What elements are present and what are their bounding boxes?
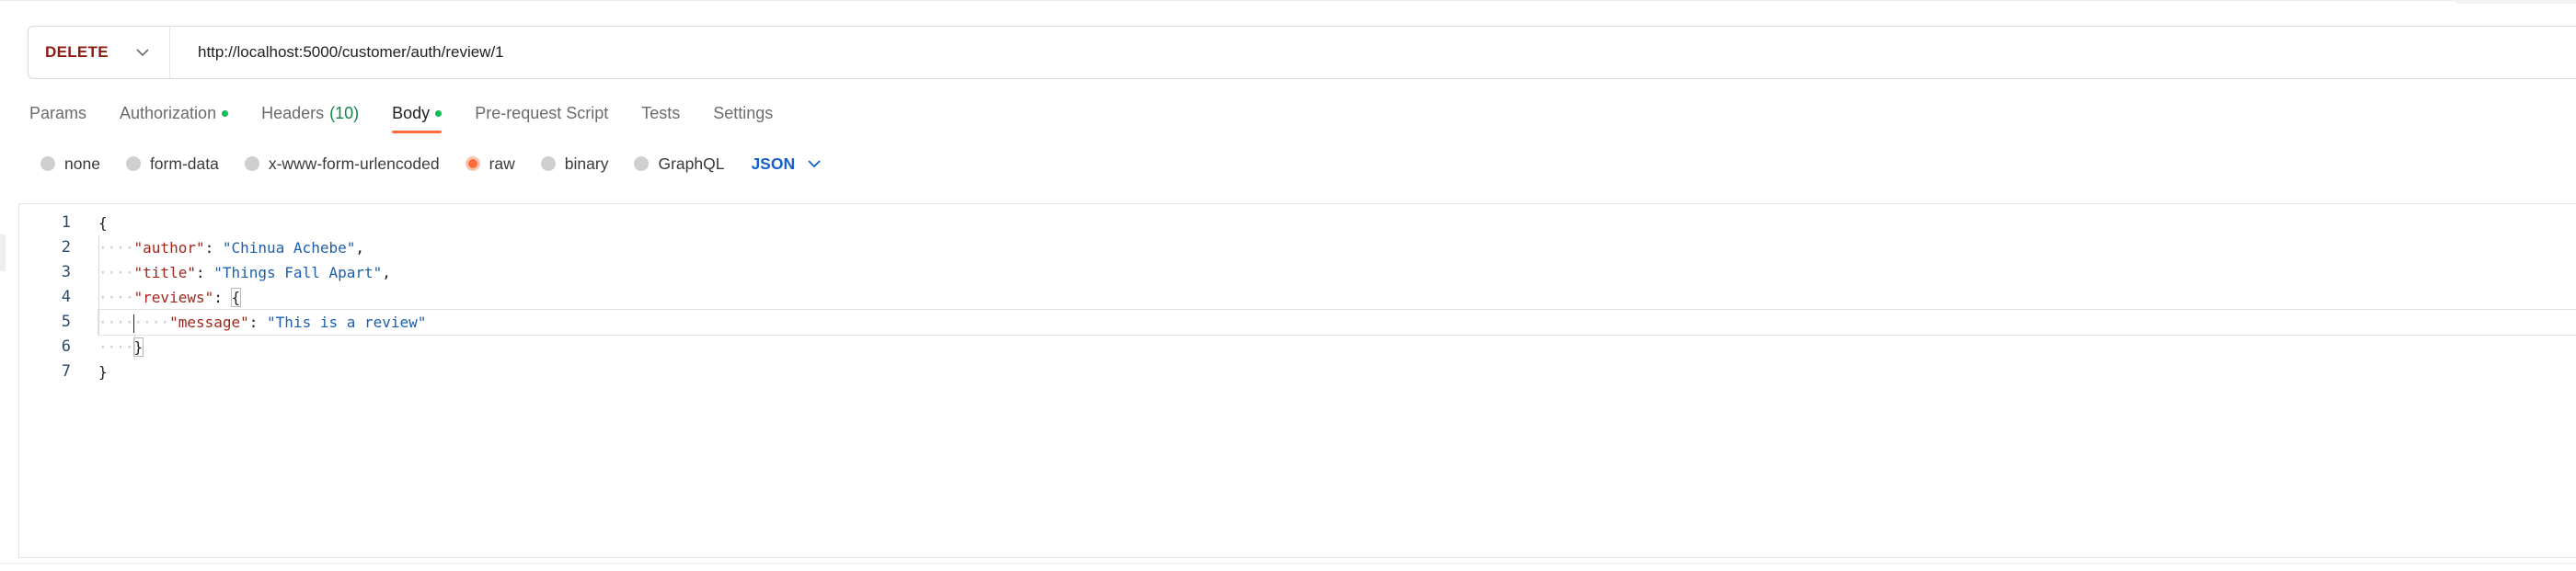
line-number: 6: [61, 337, 71, 356]
json-string: "This is a review": [267, 314, 427, 331]
line-number: 2: [61, 238, 71, 257]
code-line[interactable]: ····"author": "Chinua Achebe",: [98, 235, 2576, 260]
body-type-raw[interactable]: raw: [465, 154, 515, 174]
tab-tests[interactable]: Tests: [641, 99, 680, 127]
line-number: 7: [61, 362, 71, 381]
tab-count-badge: (10): [329, 103, 360, 122]
line-number-gutter: 1 2 3 4 5 6 7: [19, 211, 84, 384]
method-label: DELETE: [45, 43, 109, 61]
bottom-divider: [0, 563, 2576, 564]
radio-button[interactable]: [540, 156, 556, 171]
radio-label: GraphQL: [658, 154, 725, 173]
body-type-binary[interactable]: binary: [540, 154, 609, 174]
tab-label: Params: [29, 103, 87, 122]
line-number: 5: [61, 313, 71, 331]
radio-button[interactable]: [125, 156, 141, 171]
indent-guide: [133, 335, 135, 360]
json-string: "Chinua Achebe": [222, 239, 356, 257]
json-punctuation: :: [213, 289, 232, 306]
indent-guide: [98, 235, 99, 335]
tab-body[interactable]: Body: [392, 99, 443, 133]
radio-label: none: [64, 154, 100, 173]
line-number: 1: [61, 213, 71, 232]
json-string: "Things Fall Apart": [213, 264, 383, 281]
code-line[interactable]: ····"reviews": {: [98, 285, 2576, 310]
json-key: "message": [169, 314, 249, 331]
url-input[interactable]: [170, 26, 2576, 79]
whitespace-marker: ····: [98, 264, 134, 281]
whitespace-marker: ····: [98, 239, 134, 257]
line-number: 4: [61, 288, 71, 306]
top-right-control: [2455, 0, 2576, 4]
radio-button[interactable]: [465, 156, 480, 171]
json-punctuation: :: [195, 264, 214, 281]
tab-label: Headers: [261, 103, 325, 122]
raw-format-label: JSON: [751, 154, 796, 173]
json-punctuation: {: [98, 214, 108, 232]
code-line[interactable]: {: [98, 211, 2576, 235]
chevron-down-icon: [806, 155, 822, 172]
code-line[interactable]: }: [98, 360, 2576, 384]
body-type-none[interactable]: none: [40, 154, 100, 174]
json-key: "title": [133, 264, 196, 281]
body-type-graphql[interactable]: GraphQL: [634, 154, 724, 174]
whitespace-marker: ····: [98, 338, 134, 356]
tab-params[interactable]: Params: [29, 99, 86, 127]
radio-button[interactable]: [40, 156, 55, 171]
json-key: "reviews": [133, 289, 214, 306]
json-punctuation: :: [248, 314, 268, 331]
tab-status-dot: [435, 109, 443, 117]
radio-button[interactable]: [244, 156, 259, 171]
radio-label: x-www-form-urlencoded: [268, 154, 440, 173]
line-number: 3: [61, 263, 71, 281]
body-type-selector: none form-data x-www-form-urlencoded raw bin…: [40, 151, 822, 177]
request-url-bar: DELETE: [28, 26, 2576, 79]
tab-label: Body: [392, 103, 431, 122]
radio-label: raw: [489, 154, 515, 173]
code-area[interactable]: {····"author": "Chinua Achebe", ····"titl…: [98, 211, 2576, 384]
json-punctuation: }: [98, 363, 108, 381]
radio-label: form-data: [149, 154, 219, 173]
json-punctuation: ,: [355, 239, 364, 257]
code-line[interactable]: ····}: [98, 335, 2576, 360]
tab-headers[interactable]: Headers (10): [261, 99, 359, 127]
tab-label: Pre-request Script: [475, 103, 609, 122]
code-line[interactable]: ········"message": "This is a review": [98, 309, 2576, 336]
tab-label: Tests: [641, 103, 681, 122]
json-punctuation: ,: [382, 264, 391, 281]
whitespace-marker: ····: [133, 314, 170, 331]
radio-button[interactable]: [634, 156, 650, 171]
tab-pre-request-script[interactable]: Pre-request Script: [475, 99, 608, 127]
tab-label: Authorization: [120, 103, 217, 122]
tab-label: Settings: [713, 103, 774, 122]
code-line[interactable]: ····"title": "Things Fall Apart",: [98, 260, 2576, 285]
tab-status-dot: [222, 109, 229, 117]
json-punctuation: :: [204, 239, 223, 257]
matched-bracket: {: [230, 288, 242, 307]
json-key: "author": [133, 239, 205, 257]
body-type-x-www-form-urlencoded[interactable]: x-www-form-urlencoded: [244, 154, 440, 174]
whitespace-marker: ····: [98, 289, 134, 306]
top-divider: [0, 0, 2576, 1]
body-type-form-data[interactable]: form-data: [125, 154, 219, 174]
tab-settings[interactable]: Settings: [713, 99, 773, 127]
sidebar-edge: [0, 234, 6, 271]
raw-format-select[interactable]: JSON: [751, 154, 822, 174]
chevron-down-icon: [134, 44, 151, 61]
radio-label: binary: [564, 154, 609, 173]
body-editor[interactable]: 1234567 {····"author": "Chinua Achebe", ·…: [18, 203, 2576, 558]
tab-authorization[interactable]: Authorization: [120, 99, 229, 127]
whitespace-marker: ····: [98, 314, 134, 331]
method-select[interactable]: DELETE: [29, 27, 170, 78]
matched-bracket: }: [132, 337, 144, 357]
request-tabs: Params Authorization Headers (10) Body Pre-re…: [29, 99, 806, 138]
